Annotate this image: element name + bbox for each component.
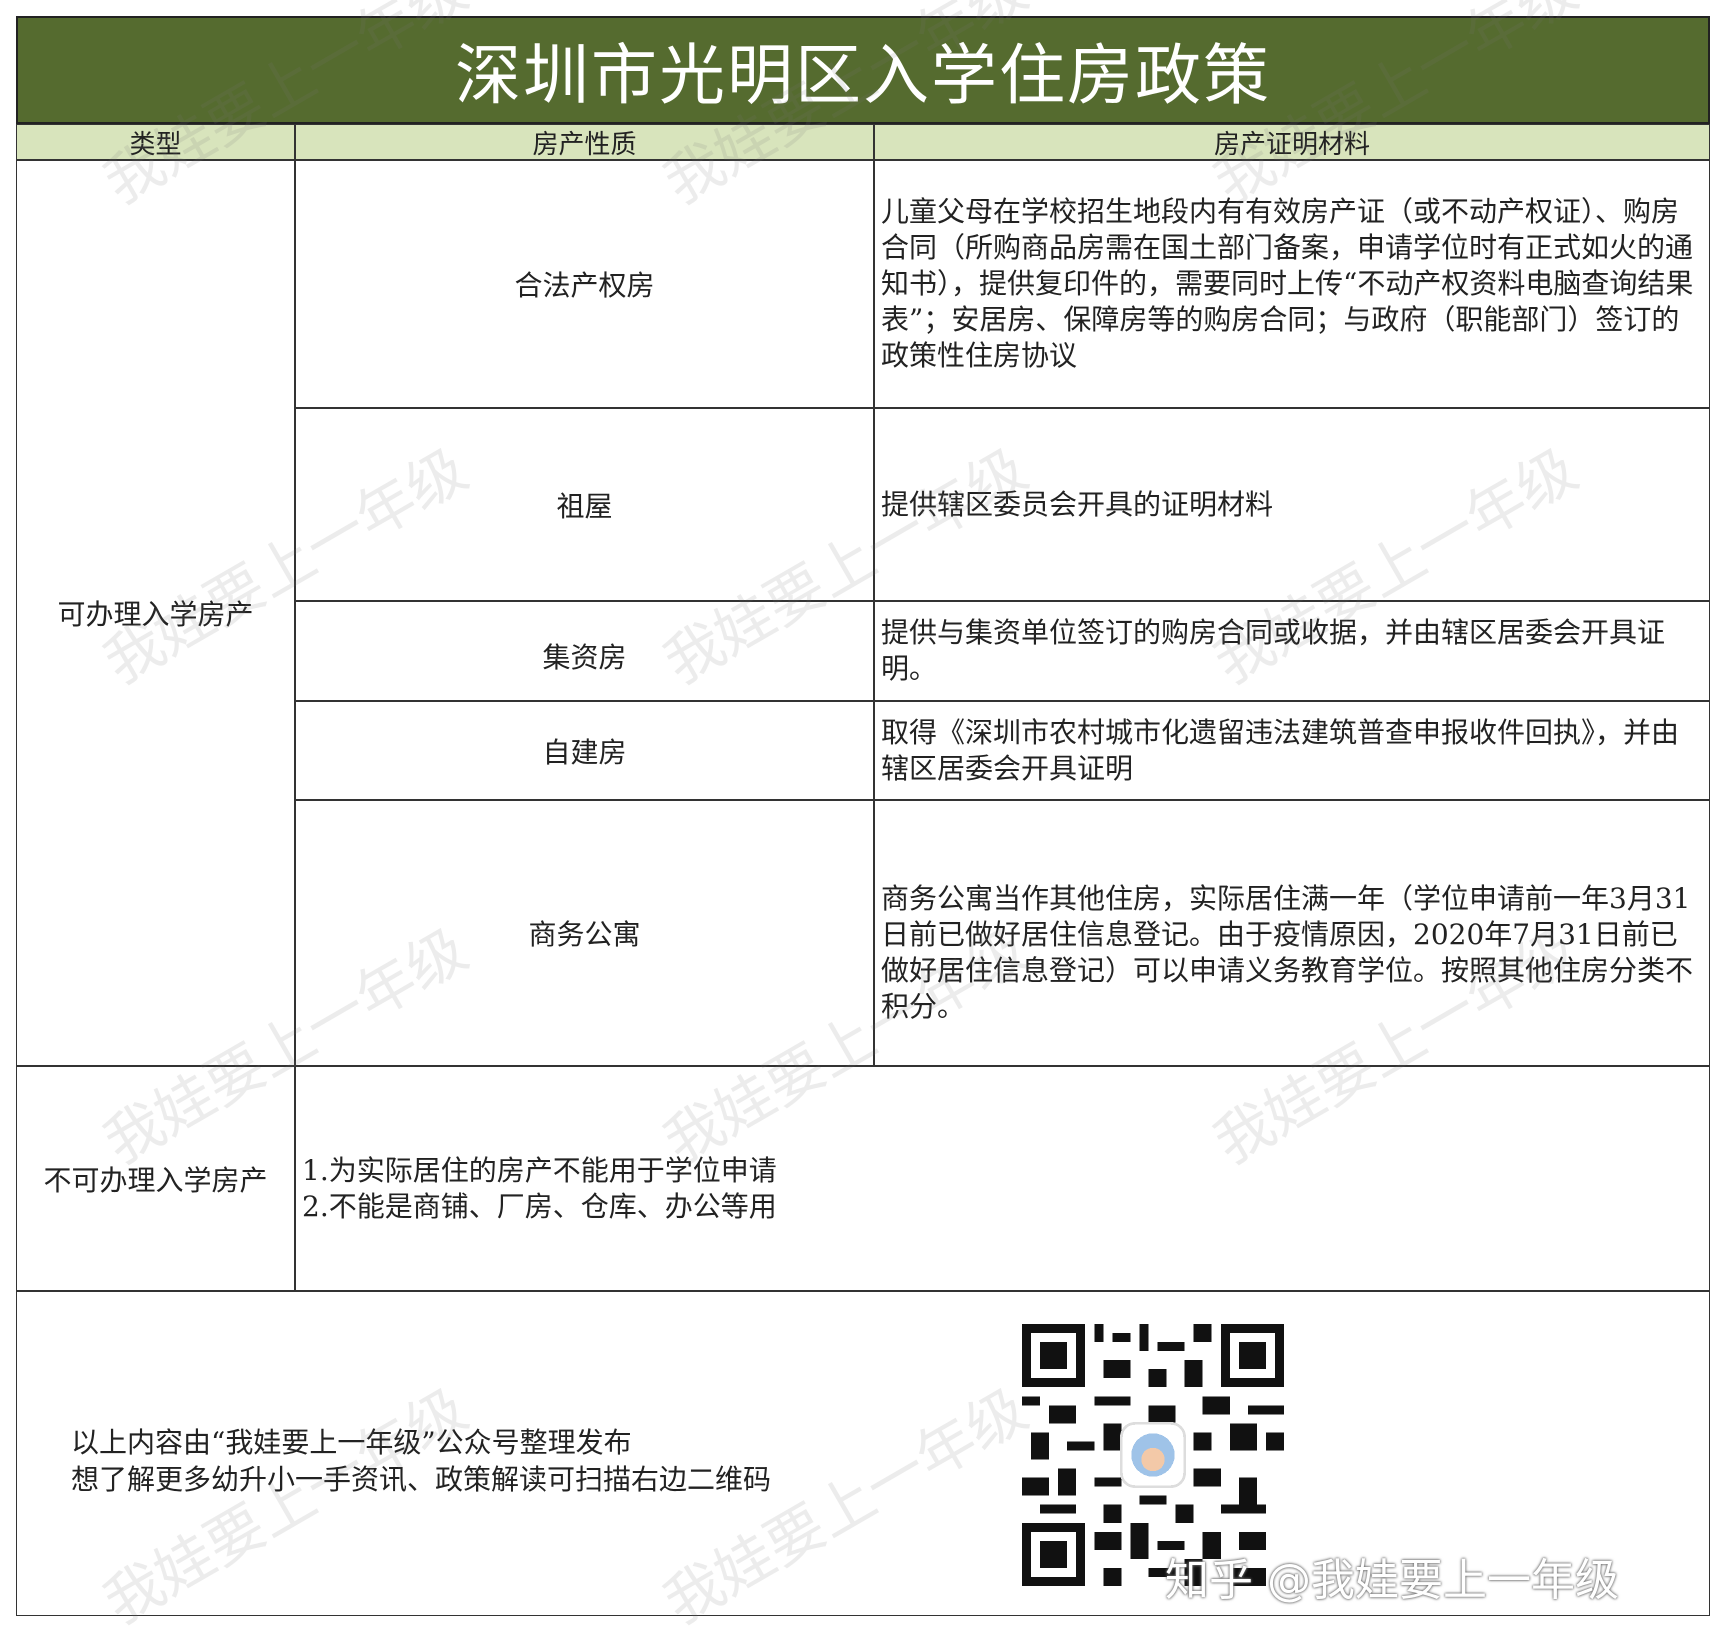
nature-cell: 商务公寓 (295, 800, 874, 1066)
docs-cell: 提供辖区委员会开具的证明材料 (874, 408, 1710, 601)
policy-table: 深圳市光明区入学住房政策 类型 房产性质 房产证明材料 可办理入学房产 合法产权… (16, 16, 1710, 1616)
nature-cell: 祖屋 (295, 408, 874, 601)
docs-text: 提供辖区委员会开具的证明材料 (881, 487, 1274, 521)
list-item: 1.为实际居住的房产不能用于学位申请 (302, 1153, 777, 1187)
zhihu-brand-watermark: 知乎 @我娃要上一年级 (1165, 1555, 1619, 1606)
title-bar: 深圳市光明区入学住房政策 (16, 16, 1710, 124)
docs-cell: 商务公寓当作其他住房，实际居住满一年（学位申请前一年3月31日前已做好居住信息登… (874, 800, 1710, 1066)
header-type: 类型 (16, 124, 295, 160)
ineligible-label: 不可办理入学房产 (16, 1066, 295, 1291)
footer: 以上内容由“我娃要上一年级”公众号整理发布 想了解更多幼升小一手资讯、政策解读可… (16, 1291, 1710, 1616)
nature-cell: 集资房 (295, 601, 874, 701)
footer-line: 以上内容由“我娃要上一年级”公众号整理发布 (71, 1426, 632, 1459)
eligible-label: 可办理入学房产 (16, 160, 295, 1066)
header-docs: 房产证明材料 (874, 124, 1710, 160)
docs-cell: 取得《深圳市农村城市化遗留违法建筑普查申报收件回执》，并由辖区居委会开具证明 (874, 701, 1710, 800)
docs-cell: 儿童父母在学校招生地段内有有效房产证（或不动产权证）、购房合同（所购商品房需在国… (874, 160, 1710, 408)
header-nature: 房产性质 (295, 124, 874, 160)
docs-text: 取得《深圳市农村城市化遗留违法建筑普查申报收件回执》，并由辖区居委会开具证明 (881, 715, 1680, 785)
ineligible-list: 1.为实际居住的房产不能用于学位申请 2.不能是商铺、厂房、仓库、办公等用 (295, 1066, 1710, 1291)
docs-text: 儿童父母在学校招生地段内有有效房产证（或不动产权证）、购房合同（所购商品房需在国… (881, 195, 1694, 372)
footer-note: 以上内容由“我娃要上一年级”公众号整理发布 想了解更多幼升小一手资讯、政策解读可… (71, 1424, 771, 1498)
footer-line: 想了解更多幼升小一手资讯、政策解读可扫描右边二维码 (71, 1463, 772, 1496)
nature-cell: 合法产权房 (295, 160, 874, 408)
docs-text: 提供与集资单位签订的购房合同或收据，并由辖区居委会开具证明。 (881, 616, 1666, 685)
docs-cell: 提供与集资单位签订的购房合同或收据，并由辖区居委会开具证明。 (874, 601, 1710, 701)
nature-cell: 自建房 (295, 701, 874, 800)
page-title: 深圳市光明区入学住房政策 (455, 37, 1271, 114)
docs-text: 商务公寓当作其他住房，实际居住满一年（学位申请前一年3月31日前已做好居住信息登… (881, 882, 1694, 1023)
list-item: 2.不能是商铺、厂房、仓库、办公等用 (302, 1189, 777, 1223)
